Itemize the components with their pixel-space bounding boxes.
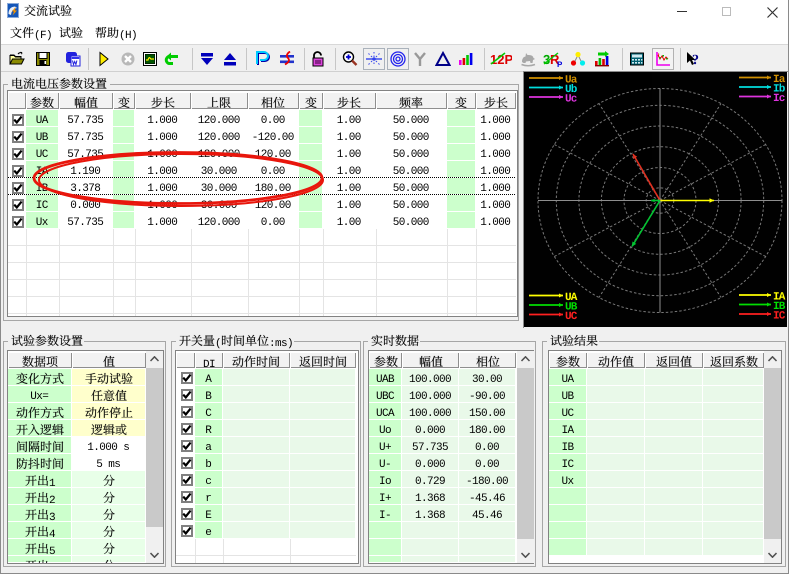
svg-text:Uc: Uc (565, 94, 577, 106)
svg-text:UC: UC (565, 311, 578, 323)
svg-text:(H): (H) (119, 30, 137, 42)
svg-text:(F): (F) (34, 30, 52, 42)
svg-text:(: ( (215, 338, 221, 350)
svg-text::ms): :ms) (269, 338, 293, 350)
svg-text:12P: 12P (490, 52, 512, 67)
svg-text:Ic: Ic (773, 93, 785, 105)
svg-text:?: ? (692, 53, 699, 67)
svg-text:P: P (557, 60, 563, 67)
svg-text:IC: IC (773, 311, 786, 323)
